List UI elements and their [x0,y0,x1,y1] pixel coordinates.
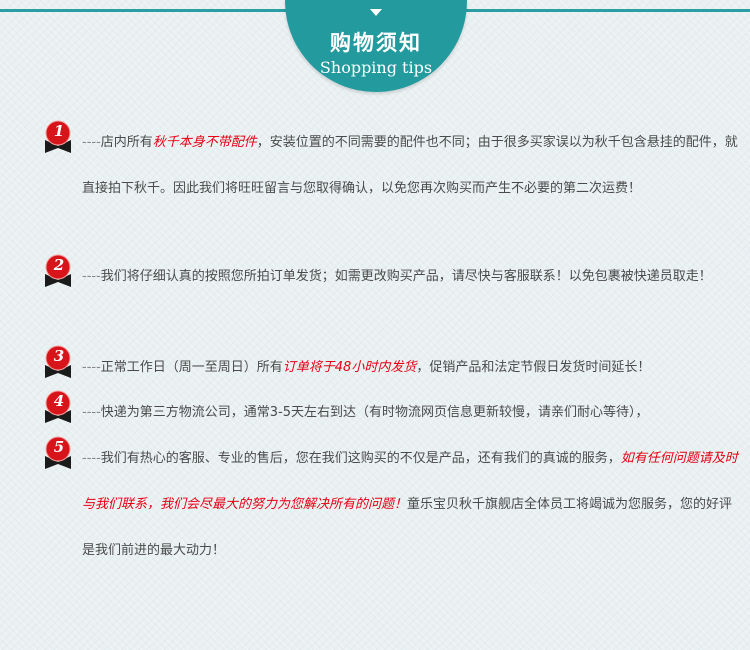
number-badge-label: 4 [53,392,65,410]
notice-text-part: 我们将仔细认真的按照您所拍订单发货；如需更改购买产品，请尽快与客服联系！以免包裹… [100,269,712,284]
number-badge-icon: 1 [42,120,74,153]
notice-highlight: 订单将于48小时内发货 [282,360,417,375]
notice-text-part: 快递为第三方物流公司，通常3-5天左右到达（有时物流网页信息更新较慢，请亲们耐心… [100,405,649,420]
notice-text-part: 正常工作日（周一至周日）所有 [100,360,283,375]
number-badge-icon: 5 [42,436,74,469]
number-badge-icon: 2 [42,254,74,287]
number-badge-label: 3 [53,347,65,365]
dash-prefix: ---- [82,451,101,466]
notice-text-part: 我们有热心的客服、专业的售后，您在我们这购买的不仅是产品，还有我们的真诚的服务， [100,451,621,466]
dash-prefix: ---- [82,405,101,420]
number-badge-icon: 4 [42,390,74,423]
header-subtitle: Shopping tips [319,58,433,77]
notice-text: ----快递为第三方物流公司，通常3-5天左右到达（有时物流网页信息更新较慢，请… [82,390,742,436]
notice-text-part: ，促销产品和法定节假日发货时间延长！ [416,360,651,375]
notice-text: ----正常工作日（周一至周日）所有订单将于48小时内发货，促销产品和法定节假日… [82,345,742,391]
header-badge: 购物须知 Shopping tips [285,0,467,92]
number-badge-label: 1 [53,122,65,140]
dash-prefix: ---- [82,135,101,150]
notice-text: ----店内所有秋千本身不带配件，安装位置的不同需要的配件也不同；由于很多买家误… [82,120,742,212]
number-badge-label: 5 [53,438,65,456]
number-badge-icon: 3 [42,345,74,378]
dash-prefix: ---- [82,360,101,375]
notice-text-part: 店内所有 [100,135,153,150]
number-badge-label: 2 [53,256,65,274]
notice-text: ----我们有热心的客服、专业的售后，您在我们这购买的不仅是产品，还有我们的真诚… [82,436,742,574]
dash-prefix: ---- [82,269,101,284]
notice-highlight: 秋千本身不带配件 [152,135,257,150]
chevron-down-icon [370,9,382,16]
notice-text: ----我们将仔细认真的按照您所拍订单发货；如需更改购买产品，请尽快与客服联系！… [82,254,742,300]
header-title: 购物须知 [330,31,422,55]
